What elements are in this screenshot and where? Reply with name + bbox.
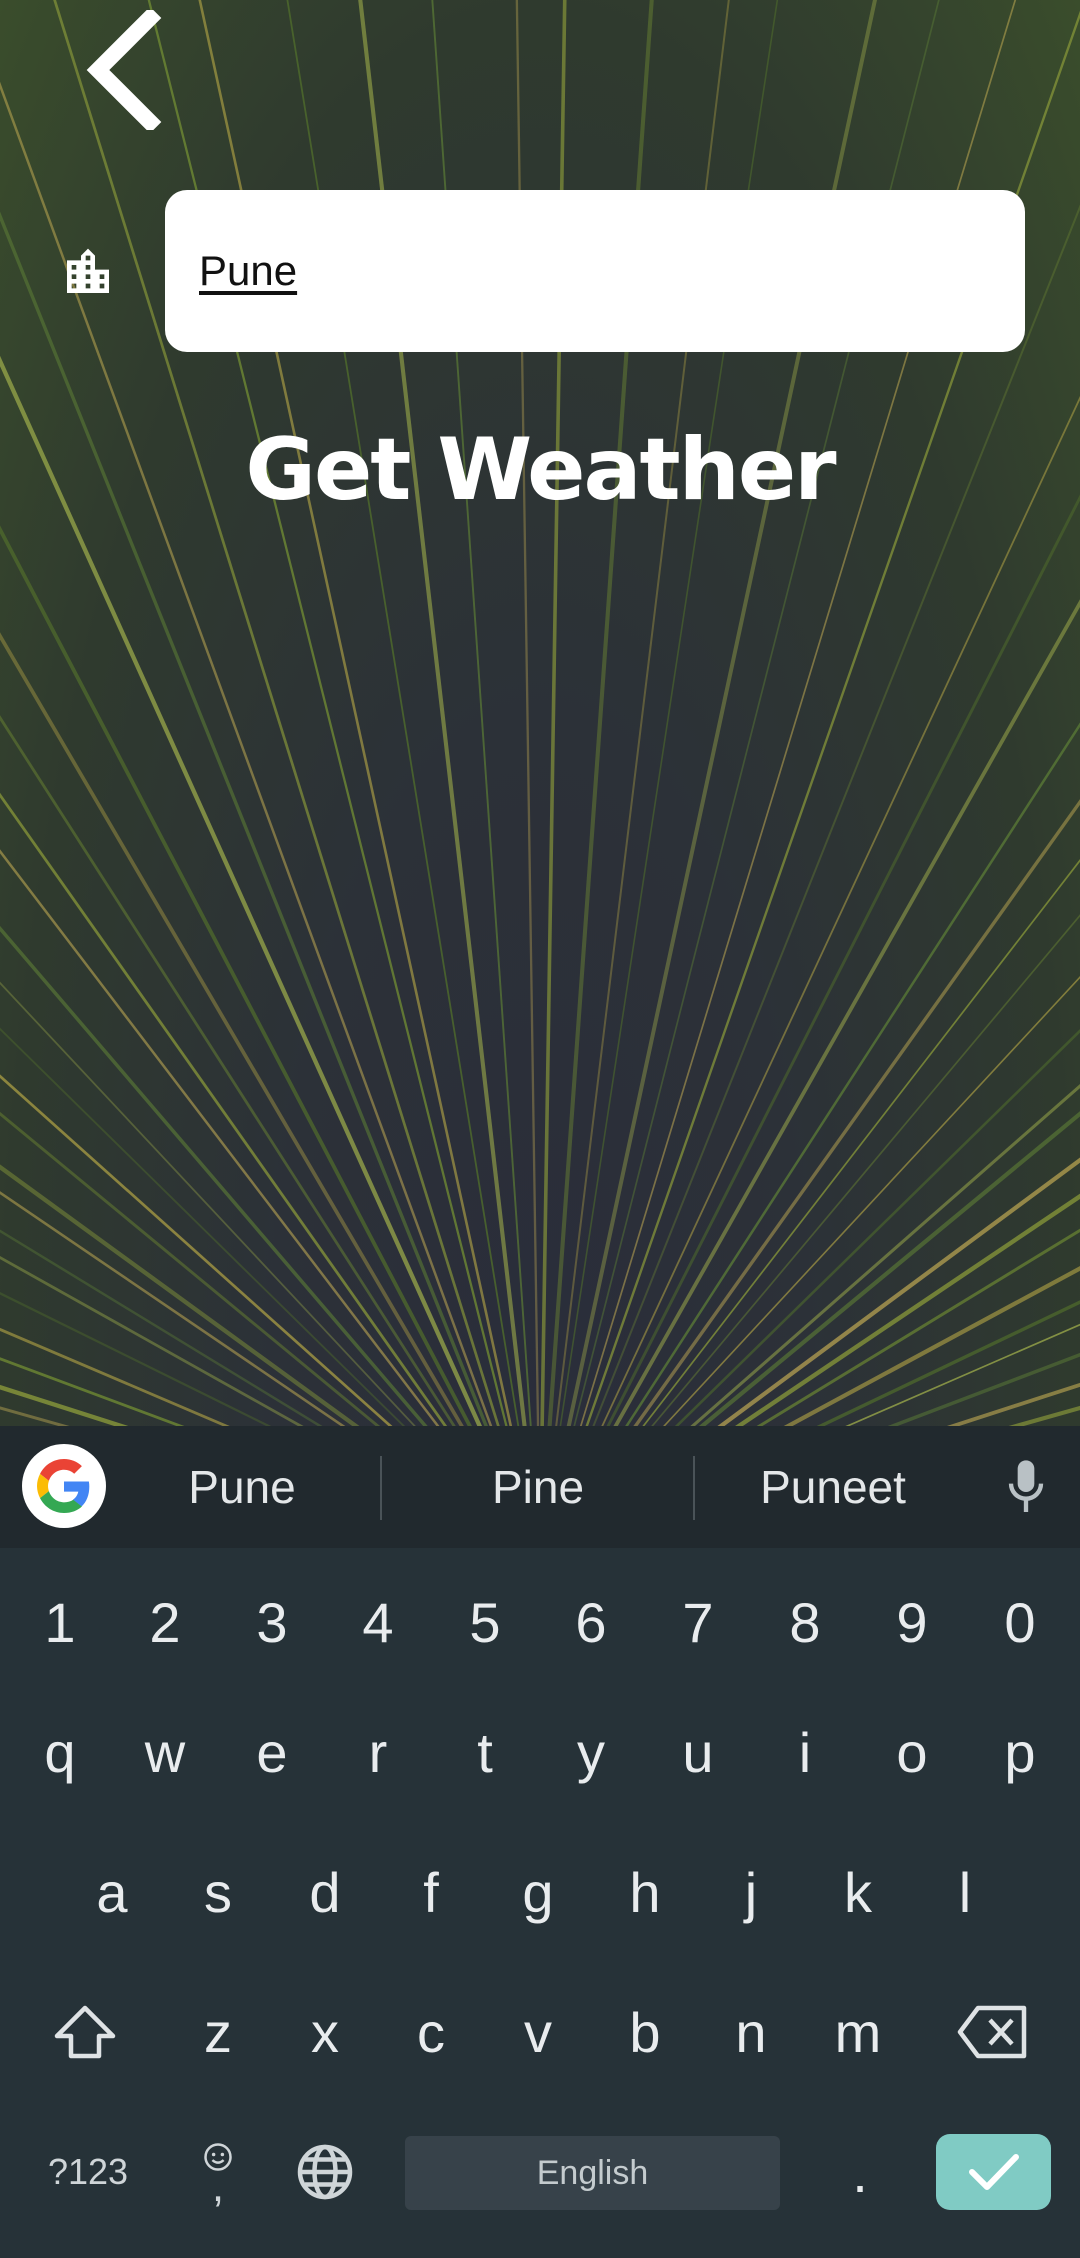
backspace-icon [957,2005,1027,2059]
key-e[interactable]: e [222,1692,322,1812]
get-weather-button[interactable]: Get Weather [0,420,1080,520]
leaf-vein [540,1044,1080,1426]
microphone-icon [1008,1460,1044,1512]
leaf-vein [0,1075,540,1426]
key-5[interactable]: 5 [435,1562,535,1682]
back-button[interactable] [76,6,172,134]
key-1[interactable]: 1 [10,1562,110,1682]
leaf-vein [946,1382,1080,1426]
key-k[interactable]: k [808,1832,908,1952]
backspace-key[interactable] [943,1972,1043,2092]
key-c[interactable]: c [381,1972,481,2092]
city-input[interactable] [199,247,959,295]
key-x[interactable]: x [275,1972,375,2092]
chevron-left-icon [86,10,162,130]
key-m[interactable]: m [808,1972,908,2092]
key-w[interactable]: w [115,1692,215,1812]
leaf-vein [816,1300,1080,1426]
comma-label: , [211,2162,225,2211]
language-key[interactable] [275,2112,375,2232]
key-2[interactable]: 2 [115,1562,215,1682]
app-screen: Get Weather [0,0,1080,1426]
voice-input-button[interactable] [998,1454,1054,1520]
key-u[interactable]: u [648,1692,748,1812]
key-q[interactable]: q [10,1692,110,1812]
leaf-vein [0,1384,129,1426]
key-p[interactable]: p [970,1692,1070,1812]
leaf-vein [756,1228,1080,1426]
key-l[interactable]: l [915,1832,1015,1952]
key-d[interactable]: d [275,1832,375,1952]
city-buildings-icon [67,248,109,293]
space-bar[interactable]: English [405,2136,780,2210]
suggestion-bar: Pune Pine Puneet [0,1426,1080,1548]
key-o[interactable]: o [862,1692,962,1812]
period-key[interactable]: . [810,2112,910,2232]
city-input-container[interactable] [165,190,1025,352]
key-s[interactable]: s [168,1832,268,1952]
shift-key[interactable] [35,1972,135,2092]
key-3[interactable]: 3 [222,1562,322,1682]
key-h[interactable]: h [595,1832,695,1952]
key-i[interactable]: i [755,1692,855,1812]
key-v[interactable]: v [488,1972,588,2092]
soft-keyboard: Pune Pine Puneet 1 2 3 4 5 6 7 8 9 0 q w… [0,1426,1080,2258]
symbols-key[interactable]: ?123 [28,2112,148,2232]
enter-button[interactable] [936,2134,1051,2210]
key-b[interactable]: b [595,1972,695,2092]
leaf-vein [783,1266,1080,1426]
globe-icon [297,2144,353,2200]
key-z[interactable]: z [168,1972,268,2092]
key-6[interactable]: 6 [541,1562,641,1682]
key-r[interactable]: r [328,1692,428,1812]
suggestion-divider [380,1456,382,1520]
key-9[interactable]: 9 [862,1562,962,1682]
key-y[interactable]: y [541,1692,641,1812]
google-g-icon [37,1459,90,1513]
key-0[interactable]: 0 [970,1562,1070,1682]
key-8[interactable]: 8 [755,1562,855,1682]
key-g[interactable]: g [488,1832,588,1952]
key-j[interactable]: j [701,1832,801,1952]
suggestion-1[interactable]: Pune [92,1426,392,1548]
key-a[interactable]: a [62,1832,162,1952]
emoji-comma-key[interactable]: , [168,2112,268,2232]
checkmark-icon [968,2154,1019,2190]
key-t[interactable]: t [435,1692,535,1812]
key-7[interactable]: 7 [648,1562,748,1682]
key-f[interactable]: f [381,1832,481,1952]
key-4[interactable]: 4 [328,1562,428,1682]
suggestion-3[interactable]: Puneet [683,1426,983,1548]
key-n[interactable]: n [701,1972,801,2092]
suggestion-2[interactable]: Pine [388,1426,688,1548]
leaf-vein [0,1229,323,1426]
shift-arrow-icon [54,2005,116,2059]
